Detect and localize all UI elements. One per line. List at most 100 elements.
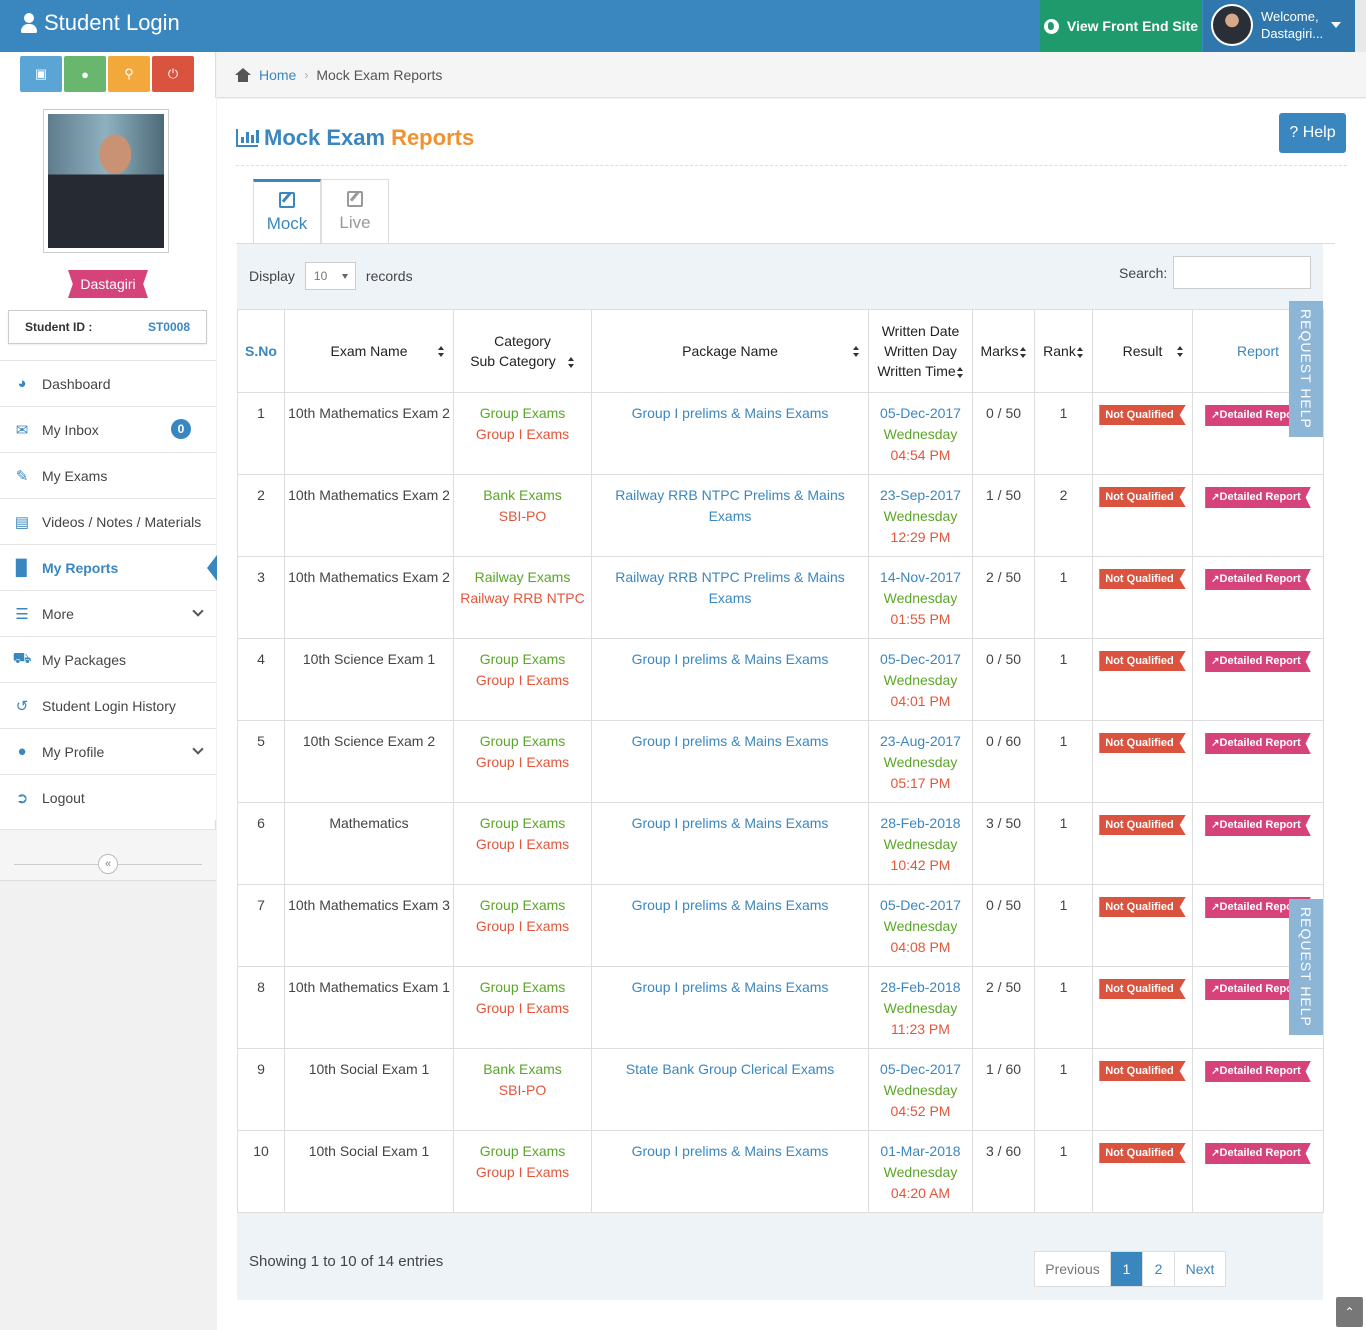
pagination-previous[interactable]: Previous	[1035, 1252, 1111, 1286]
cell-package: Group I prelims & Mains Exams	[591, 966, 869, 1049]
package-link[interactable]: Group I prelims & Mains Exams	[592, 895, 868, 916]
col-header-rank[interactable]: Rank	[1034, 309, 1093, 393]
pagination-next[interactable]: Next	[1175, 1252, 1225, 1286]
envelope-icon: ✉	[15, 421, 29, 439]
package-link[interactable]: Railway RRB NTPC Prelims & Mains Exams	[592, 485, 868, 527]
key-icon: ⚲	[124, 66, 134, 81]
package-link[interactable]: Group I prelims & Mains Exams	[592, 649, 868, 670]
cell-written-date: 05-Dec-2017	[880, 651, 961, 667]
cell-category-cat: Group Exams	[479, 815, 566, 831]
inbox-shortcut-button[interactable]: ▣	[20, 56, 62, 92]
package-link[interactable]: Group I prelims & Mains Exams	[592, 731, 868, 752]
detailed-report-button[interactable]: Detailed Report	[1205, 487, 1311, 508]
sort-icon	[853, 346, 860, 357]
password-shortcut-button[interactable]: ⚲	[108, 56, 150, 92]
cell-sno: 2	[237, 474, 285, 557]
col-header-result[interactable]: Result	[1092, 309, 1193, 393]
sidebar-item-materials[interactable]: ▤ Videos / Notes / Materials	[0, 498, 216, 544]
detailed-report-button[interactable]: Detailed Report	[1205, 815, 1311, 836]
detailed-report-button[interactable]: Detailed Report	[1205, 733, 1311, 754]
breadcrumb-home-link[interactable]: Home	[259, 67, 296, 83]
cell-marks-marks: 0 / 50	[985, 897, 1022, 913]
cell-written: 05-Dec-2017 Wednesday 04:54 PM	[868, 392, 973, 475]
cell-exam-name-exam: 10th Mathematics Exam 1	[288, 979, 450, 995]
power-icon: ⏻	[167, 66, 179, 81]
col-header-marks[interactable]: Marks	[972, 309, 1035, 393]
sidebar-item-reports[interactable]: ▉ My Reports	[0, 544, 217, 590]
tab-live[interactable]: Live	[321, 179, 389, 244]
cell-marks-marks: 2 / 50	[985, 569, 1022, 585]
cell-written-date: 01-Mar-2018	[880, 1143, 961, 1159]
request-help-tab[interactable]: REQUEST HELP	[1289, 301, 1323, 437]
student-name-badge: Dastagiri	[68, 270, 148, 298]
sort-icon	[1177, 346, 1184, 357]
cell-category-sub: Railway RRB NTPC	[460, 590, 585, 606]
sidebar-item-logout[interactable]: ➲ Logout	[0, 774, 216, 820]
package-link[interactable]: Group I prelims & Mains Exams	[592, 403, 868, 424]
col-header-sno[interactable]: S.No	[237, 309, 285, 393]
cell-category-cat: Group Exams	[479, 979, 566, 995]
sort-icon	[438, 346, 445, 357]
cell-report: Detailed Report	[1192, 802, 1324, 885]
cell-written-time: 04:01 PM	[890, 693, 951, 709]
help-button[interactable]: ? Help	[1279, 113, 1346, 153]
cell-written-time: 04:52 PM	[890, 1103, 951, 1119]
breadcrumb-separator: ›	[304, 67, 309, 82]
cell-result: Not Qualified	[1092, 392, 1193, 475]
package-link[interactable]: State Bank Group Clerical Exams	[592, 1059, 868, 1080]
bar-chart-icon	[236, 129, 259, 147]
cell-category-cat: Group Exams	[479, 405, 566, 421]
sidebar-shortcuts: ▣ ● ⚲ ⏻	[20, 56, 194, 92]
cell-exam-name-exam: Mathematics	[329, 815, 409, 831]
package-link[interactable]: Group I prelims & Mains Exams	[592, 1141, 868, 1162]
cell-marks: 0 / 50	[972, 638, 1035, 721]
scroll-to-top-button[interactable]: ⌃	[1336, 1297, 1363, 1327]
sidebar-item-profile[interactable]: ● My Profile	[0, 728, 216, 774]
cell-sno-sno: 8	[257, 979, 265, 995]
cell-exam-name-exam: 10th Mathematics Exam 3	[288, 897, 450, 913]
page-length-select[interactable]: 10	[304, 262, 356, 290]
cell-category-sub: Group I Exams	[475, 672, 570, 688]
col-header-package[interactable]: Package Name	[591, 309, 869, 393]
cell-written-time: 10:42 PM	[890, 857, 951, 873]
col-header-category[interactable]: Category Sub Category	[453, 309, 592, 393]
detailed-report-button[interactable]: Detailed Report	[1205, 1143, 1311, 1164]
result-badge: Not Qualified	[1099, 1061, 1186, 1081]
sidebar-item-dashboard[interactable]: ◕ Dashboard	[0, 360, 216, 406]
pagination-page-2[interactable]: 2	[1143, 1252, 1175, 1286]
detailed-report-button[interactable]: Detailed Report	[1205, 1061, 1311, 1082]
power-shortcut-button[interactable]: ⏻	[152, 56, 194, 92]
cell-written-date: 23-Sep-2017	[880, 487, 961, 503]
col-header-written[interactable]: Written Date Written Day Written Time	[868, 309, 973, 393]
package-link[interactable]: Group I prelims & Mains Exams	[592, 813, 868, 834]
request-help-tab[interactable]: REQUEST HELP	[1289, 899, 1323, 1035]
sidebar-item-packages[interactable]: ⛟ My Packages	[0, 636, 216, 682]
cell-written-day: Wednesday	[883, 918, 958, 934]
package-link[interactable]: Group I prelims & Mains Exams	[592, 977, 868, 998]
user-menu[interactable]: Welcome, Dastagiri...	[1203, 0, 1355, 52]
cell-exam-name-exam: 10th Mathematics Exam 2	[288, 569, 450, 585]
collapse-sidebar-icon[interactable]: «	[98, 854, 118, 874]
col-header-exam-name[interactable]: Exam Name	[284, 309, 454, 393]
view-front-end-button[interactable]: View Front End Site	[1040, 0, 1202, 52]
result-badge: Not Qualified	[1099, 405, 1186, 425]
cell-written-date: 23-Aug-2017	[880, 733, 961, 749]
sidebar: ▣ ● ⚲ ⏻ Dastagiri Student ID : ST0008 ◕ D…	[0, 52, 217, 1330]
table-row: 6 Mathematics Group Exams Group I Exams Grou…	[237, 802, 1324, 885]
detailed-report-button[interactable]: Detailed Report	[1205, 569, 1311, 590]
cell-result: Not Qualified	[1092, 556, 1193, 639]
sidebar-item-inbox[interactable]: ✉ My Inbox 0	[0, 406, 216, 452]
sidebar-item-login-history[interactable]: ↺ Student Login History	[0, 682, 216, 728]
profile-shortcut-button[interactable]: ●	[64, 56, 106, 92]
pagination-page-1[interactable]: 1	[1111, 1252, 1143, 1286]
sidebar-item-exams[interactable]: ✎ My Exams	[0, 452, 216, 498]
package-link[interactable]: Railway RRB NTPC Prelims & Mains Exams	[592, 567, 868, 609]
scrollbar[interactable]	[1355, 0, 1366, 52]
brand[interactable]: Student Login	[20, 10, 180, 36]
cell-package: State Bank Group Clerical Exams	[591, 1048, 869, 1131]
cell-category: Group Exams Group I Exams	[453, 720, 592, 803]
search-input[interactable]	[1173, 256, 1312, 289]
sidebar-item-more[interactable]: ☰ More	[0, 590, 216, 636]
tab-mock[interactable]: Mock	[253, 179, 321, 244]
detailed-report-button[interactable]: Detailed Report	[1205, 651, 1311, 672]
